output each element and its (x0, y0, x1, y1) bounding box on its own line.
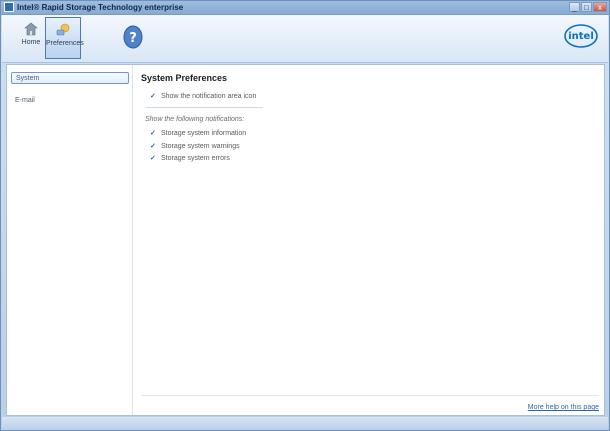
svg-text:intel: intel (568, 31, 594, 42)
notification-label: Storage system information (161, 130, 247, 137)
close-button[interactable]: x (593, 2, 607, 12)
notification-label: Storage system warnings (161, 143, 240, 150)
divider (146, 107, 263, 108)
window-controls: _ □ x (569, 2, 607, 13)
page-title: System Preferences (141, 73, 228, 83)
home-label: Home (21, 39, 41, 46)
title-bar: Intel® Rapid Storage Technology enterpri… (1, 1, 609, 15)
help-link[interactable]: More help on this page (528, 404, 599, 411)
window-title: Intel® Rapid Storage Technology enterpri… (17, 3, 184, 12)
help-button[interactable]: ? (121, 23, 145, 51)
show-icon-checkbox[interactable]: ✓ Show the notification area icon (150, 92, 256, 100)
errors-notification-checkbox[interactable]: ✓ Storage system errors (150, 154, 230, 162)
nav-item-system[interactable]: System (11, 72, 129, 84)
content-panel: System E-mail System Preferences ✓ Show t… (6, 64, 605, 416)
app-window: Intel® Rapid Storage Technology enterpri… (0, 0, 610, 431)
warnings-notification-checkbox[interactable]: ✓ Storage system warnings (150, 142, 240, 150)
side-navigation: System E-mail (7, 65, 133, 415)
main-panel: System Preferences ✓ Show the notificatio… (141, 65, 601, 415)
preferences-icon (56, 23, 70, 36)
home-icon (24, 22, 38, 36)
notifications-heading: Show the following notifications: (145, 116, 245, 123)
checkmark-icon: ✓ (150, 155, 156, 162)
app-icon (4, 2, 14, 12)
home-button[interactable]: Home (14, 17, 48, 59)
minimize-button[interactable]: _ (569, 2, 580, 12)
preferences-button[interactable]: Preferences (45, 17, 84, 59)
status-bar (2, 417, 608, 430)
help-icon: ? (123, 25, 143, 49)
show-icon-label: Show the notification area icon (161, 93, 257, 100)
checkmark-icon: ✓ (150, 143, 156, 150)
preferences-label: Preferences (46, 40, 84, 47)
checkmark-icon: ✓ (150, 130, 156, 137)
notification-label: Storage system errors (161, 155, 230, 162)
footer-divider (141, 395, 599, 396)
intel-logo: intel (564, 22, 598, 50)
maximize-button[interactable]: □ (581, 2, 592, 12)
info-notification-checkbox[interactable]: ✓ Storage system information (150, 129, 246, 137)
toolbar: Home Preferences ? intel (2, 15, 608, 63)
svg-text:?: ? (129, 31, 137, 46)
checkmark-icon: ✓ (150, 93, 156, 100)
nav-item-email[interactable]: E-mail (11, 95, 129, 107)
